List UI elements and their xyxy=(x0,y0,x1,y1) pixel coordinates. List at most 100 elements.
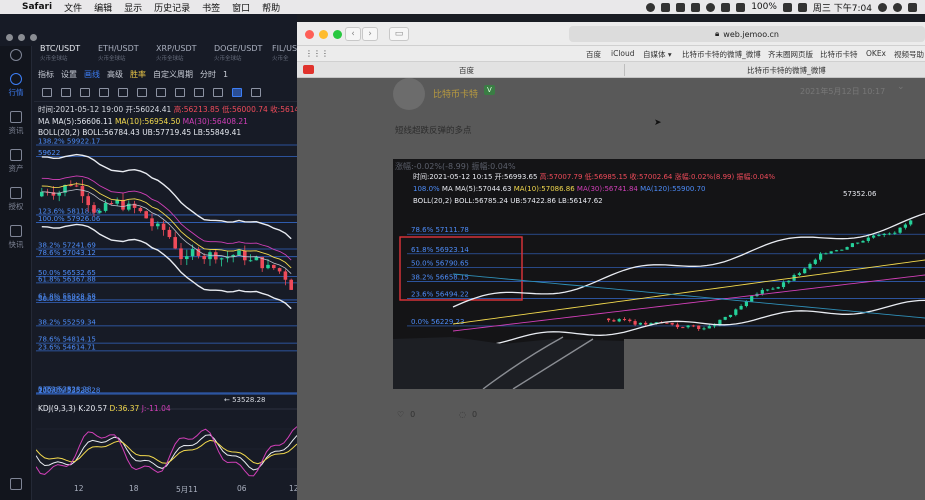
favorite-item[interactable]: 比特币卡特的微博_微博 xyxy=(682,49,761,60)
post-image-chart[interactable]: 涨幅:-0.02%(-8.99) 振幅:0.04%时间:2021-05-12 1… xyxy=(393,159,925,389)
ohlc-info: 时间:2021-05-12 19:00 开:56024.41 高:56213.8… xyxy=(38,104,297,115)
browser-tab[interactable]: 百度 xyxy=(459,65,474,76)
tab-btc-usdt[interactable]: BTC/USDT 火币全球站 xyxy=(34,42,92,66)
zoom-button[interactable] xyxy=(30,34,37,41)
image-candle-body xyxy=(739,306,743,310)
siri-icon[interactable] xyxy=(893,2,902,12)
address-bar[interactable]: 🔒︎ web.jemoo.cn xyxy=(569,26,925,42)
menu-view[interactable]: 显示 xyxy=(118,1,148,14)
menu-file[interactable]: 文件 xyxy=(58,1,88,14)
image-candle-body xyxy=(707,326,711,329)
favorite-item[interactable]: 视频号助 xyxy=(894,49,924,60)
tab-doge-usdt[interactable]: DOGE/USDT 火币全球站 xyxy=(208,42,266,66)
zoom-button[interactable] xyxy=(333,30,342,39)
ohlc-part: 振幅:0.04% xyxy=(734,172,775,181)
fib-tool-icon[interactable] xyxy=(137,88,147,97)
image-candle-body xyxy=(628,319,632,322)
pen-tool-icon[interactable] xyxy=(156,88,166,97)
grid-icon[interactable]: ⋮⋮⋮ xyxy=(305,49,329,58)
record-icon[interactable] xyxy=(646,2,656,12)
avatar[interactable] xyxy=(393,78,425,110)
favorite-item[interactable]: 齐末圈网页版 xyxy=(768,49,813,60)
image-candle-body xyxy=(691,325,695,327)
clock-text[interactable]: 周三 下午7:04 xyxy=(813,1,872,14)
line-tool-icon[interactable] xyxy=(61,88,71,97)
sidebar-item-news[interactable]: 资讯 xyxy=(0,104,32,142)
tab-fil-usdt[interactable]: FIL/US 火币全 xyxy=(266,42,297,66)
dropbox-icon[interactable] xyxy=(691,2,701,12)
menu-window[interactable]: 窗口 xyxy=(226,1,256,14)
candle-body xyxy=(185,256,189,260)
settings-button[interactable]: 设置 xyxy=(61,69,77,80)
like-button[interactable]: ♡ 0 xyxy=(397,410,415,419)
clock-icon[interactable] xyxy=(706,2,716,12)
indicator-button[interactable]: 指标 xyxy=(38,69,54,80)
trash-tool-icon[interactable] xyxy=(213,88,223,97)
angle-tool-icon[interactable] xyxy=(99,88,109,97)
post-username[interactable]: 比特币卡特 xyxy=(433,87,478,100)
control-center-icon[interactable] xyxy=(908,2,917,12)
advanced-button[interactable]: 高级 xyxy=(107,69,123,80)
crosshair-tool-icon[interactable] xyxy=(42,88,52,97)
search-icon[interactable] xyxy=(878,2,887,12)
menu-edit[interactable]: 编辑 xyxy=(88,1,118,14)
more-tool-icon[interactable] xyxy=(251,88,261,97)
messages-icon[interactable] xyxy=(676,2,686,12)
ray-tool-icon[interactable] xyxy=(80,88,90,97)
image-candle-body xyxy=(612,320,616,322)
sidebar-label: 资产 xyxy=(8,163,24,173)
comment-button[interactable]: ◌ 0 xyxy=(459,410,477,419)
draw-button[interactable]: 画线 xyxy=(84,69,100,80)
custom-period-button[interactable]: 自定义周期 xyxy=(153,69,193,80)
favorite-item[interactable]: 比特币卡特 xyxy=(820,49,858,60)
tab-exchange: 火币全球站 xyxy=(40,56,68,62)
favorite-item[interactable]: iCloud xyxy=(611,49,635,58)
menu-help[interactable]: 帮助 xyxy=(256,1,286,14)
ohlc-high: 高:56213.85 xyxy=(173,105,220,114)
kdj-k: K:20.57 xyxy=(78,404,108,413)
sidebar-item-auth[interactable]: 授权 xyxy=(0,180,32,218)
wechat-icon[interactable] xyxy=(661,2,671,12)
hline-tool-icon[interactable] xyxy=(118,88,128,97)
volume-icon[interactable] xyxy=(736,2,746,12)
favorite-item[interactable]: OKEx xyxy=(866,49,886,58)
image-candle-body xyxy=(744,301,748,307)
eye-tool-icon[interactable] xyxy=(194,88,204,97)
timeframe-button[interactable]: 分时 xyxy=(200,69,216,80)
wifi-icon[interactable] xyxy=(721,2,731,12)
winrate-button[interactable]: 胜率 xyxy=(130,69,146,80)
browser-tab[interactable]: 比特币卡特的微博_微博 xyxy=(747,65,826,76)
tab-xrp-usdt[interactable]: XRP/USDT 火币全球站 xyxy=(150,42,208,66)
menu-history[interactable]: 历史记录 xyxy=(148,1,196,14)
image-candle-body xyxy=(850,243,854,248)
favorite-item[interactable]: 自媒体 ▾ xyxy=(643,49,672,60)
image-candle-body xyxy=(644,322,648,325)
kline-chart[interactable]: 138.2% 59922.1759622123.6% 58118.96100.0… xyxy=(36,134,297,490)
minimize-button[interactable] xyxy=(18,34,25,41)
sidebar-item-assets[interactable]: 资产 xyxy=(0,142,32,180)
keyboard-icon[interactable] xyxy=(797,2,807,12)
app-menu[interactable]: Safari xyxy=(16,2,58,12)
menu-bookmarks[interactable]: 书签 xyxy=(196,1,226,14)
x-tick: 18 xyxy=(129,484,139,493)
link-tool-icon[interactable] xyxy=(175,88,185,97)
close-button[interactable] xyxy=(305,30,314,39)
sidebar-settings[interactable] xyxy=(0,466,32,500)
ohlc-part: 涨幅:0.02%(8.99) xyxy=(672,172,734,181)
tab-eth-usdt[interactable]: ETH/USDT 火币全球站 xyxy=(92,42,150,66)
close-button[interactable] xyxy=(6,34,13,41)
active-tool-icon[interactable] xyxy=(232,88,242,97)
minimize-button[interactable] xyxy=(319,30,328,39)
image-candle-body xyxy=(834,250,839,252)
forward-button[interactable]: › xyxy=(362,27,378,41)
sidebar-toggle-icon[interactable]: ▭ xyxy=(389,27,409,41)
battery-icon[interactable] xyxy=(782,2,792,12)
image-candle-body xyxy=(866,237,870,241)
back-button[interactable]: ‹ xyxy=(345,27,361,41)
sidebar-item-flash[interactable]: 快讯 xyxy=(0,218,32,256)
timeframe-extra[interactable]: 1 xyxy=(223,70,228,79)
image-peak-label: 57352.06 xyxy=(843,190,877,198)
chevron-down-icon[interactable]: ⌄ xyxy=(897,82,905,92)
favorite-item[interactable]: 百度 xyxy=(586,49,601,60)
sidebar-item-market[interactable]: 行情 xyxy=(0,66,32,104)
